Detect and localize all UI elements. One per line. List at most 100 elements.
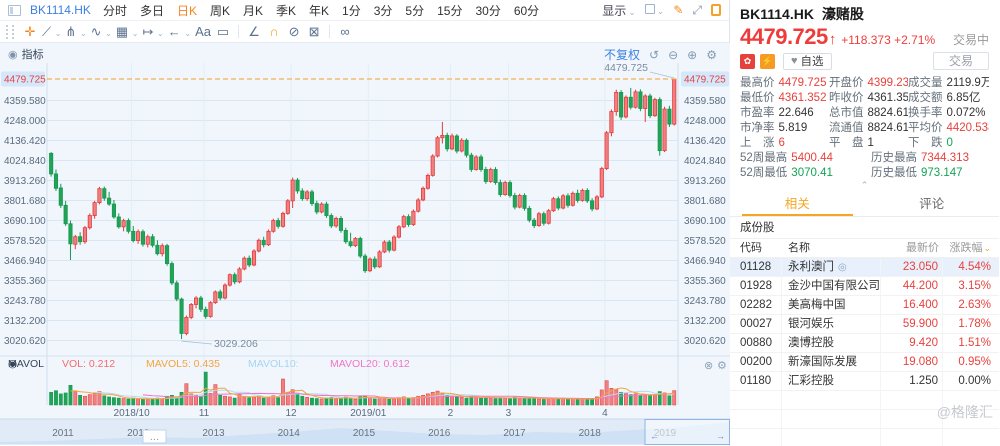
drawing-tools: ✛⟋ ⌄⋔ ⌄∿ ⌄▦ ⌄↦ ⌄← ⌄Aa▭ ∠∩⊘⊠ ∞ <box>20 24 355 40</box>
table-row-01128[interactable]: 01128永利澳门 ◎23.0504.54% <box>730 258 999 277</box>
tab-相关[interactable]: 相关 <box>730 192 865 216</box>
svg-text:…: … <box>150 432 160 443</box>
adjust-controls: 不复权 ↺ ⊖ ⊕ ⚙ <box>604 46 717 63</box>
hk-badge: ✿ <box>740 54 755 69</box>
trendline-tool-icon[interactable]: ⟋ ⌄ <box>40 24 63 40</box>
hide-drawings-tool-icon[interactable]: ⊘ <box>284 24 304 40</box>
svg-text:2011: 2011 <box>52 428 74 439</box>
period-tab-15分[interactable]: 15分 <box>437 2 462 19</box>
stat-item: 下 跌0 <box>908 136 989 151</box>
svg-text:2018: 2018 <box>579 428 602 439</box>
table-row-01928[interactable]: 01928金沙中国有限公司44.2003.15% <box>730 277 999 296</box>
candlestick-chart[interactable]: 4359.5804359.5804248.0004248.0004136.420… <box>0 43 730 445</box>
panel-tabs: 相关评论 <box>730 192 999 217</box>
pattern-tool-icon[interactable]: ▦ ⌄ <box>114 24 141 40</box>
edit-icon[interactable]: ✎ <box>673 3 683 17</box>
add-watchlist-button[interactable]: ♥ 自选 <box>783 53 832 70</box>
price-change: +118.373 +2.71% <box>841 32 935 48</box>
period-tab-5分[interactable]: 5分 <box>405 2 424 19</box>
col-code[interactable]: 代码 <box>730 239 782 257</box>
zoom-out-icon[interactable]: ⊖ <box>668 48 678 62</box>
link-tool-icon[interactable]: ∞ <box>335 24 355 39</box>
period-tab-年K[interactable]: 年K <box>309 2 329 19</box>
stat-item: 平 盘1 <box>829 136 908 151</box>
svg-text:4024.840: 4024.840 <box>4 156 46 167</box>
arrow-tool-icon[interactable]: ← ⌄ <box>166 24 193 39</box>
stat-item: 总市值8824.61亿 <box>829 106 908 121</box>
period-tab-季K[interactable]: 季K <box>276 2 296 19</box>
measure-tool-icon[interactable]: ↦ ⌄ <box>140 24 165 40</box>
watermark: @格隆汇 <box>937 402 993 422</box>
magnet-tool-icon[interactable]: ∩ <box>264 24 284 39</box>
svg-text:3913.260: 3913.260 <box>4 176 46 187</box>
trade-button[interactable]: 交易 <box>933 52 989 70</box>
table-row-00200[interactable]: 00200新濠国际发展19.0800.95% <box>730 353 999 372</box>
comment-tool-icon[interactable]: ▭ <box>213 24 233 40</box>
collapse-stats-button[interactable]: ⌃ <box>730 181 999 190</box>
tab-评论[interactable]: 评论 <box>865 192 1000 216</box>
indicator-legend[interactable]: ◉ 指标 <box>8 46 44 62</box>
heart-icon: ♥ <box>791 55 798 67</box>
adjust-mode-link[interactable]: 不复权 <box>604 46 640 63</box>
toolbar-drag-handle[interactable] <box>6 25 14 39</box>
svg-text:3466.940: 3466.940 <box>684 256 726 267</box>
svg-text:3690.100: 3690.100 <box>4 216 46 227</box>
svg-text:4: 4 <box>602 408 608 419</box>
display-menu[interactable]: 显示⌄ <box>602 2 636 19</box>
svg-text:4136.420: 4136.420 <box>684 136 726 147</box>
table-row-02282[interactable]: 02282美高梅中国16.4002.63% <box>730 296 999 315</box>
period-tab-分时[interactable]: 分时 <box>103 2 127 19</box>
svg-text:2016: 2016 <box>428 428 451 439</box>
text-tool-icon[interactable]: Aa <box>193 24 213 39</box>
components-table-header: 代码 名称 最新价 涨跌幅⌄ <box>730 239 999 258</box>
table-row-00880[interactable]: 00880澳博控股9.4201.51% <box>730 334 999 353</box>
svg-text:4359.580: 4359.580 <box>4 96 46 107</box>
zoom-in-icon[interactable]: ⊕ <box>687 48 697 62</box>
mavol5-value: MAVOL5: 0.435 <box>146 358 220 370</box>
square-icon <box>645 4 655 14</box>
col-pct[interactable]: 涨跌幅⌄ <box>943 239 999 257</box>
chevron-down-icon: ⌄ <box>657 6 665 16</box>
toolbar-separator <box>238 25 239 38</box>
svg-text:3578.520: 3578.520 <box>684 236 726 247</box>
undo-icon[interactable]: ↺ <box>649 48 659 62</box>
period-tab-日K[interactable]: 日K <box>177 2 197 19</box>
svg-text:4359.580: 4359.580 <box>684 96 726 107</box>
navigator-expand-button[interactable]: … <box>143 430 166 443</box>
svg-text:→: → <box>716 431 725 441</box>
period-topbar: BK1114.HK 分时多日日K周K月K季K年K1分3分5分15分30分60分 … <box>0 0 729 21</box>
period-tab-多日[interactable]: 多日 <box>140 2 164 19</box>
angle-tool-icon[interactable]: ∠ <box>244 24 264 40</box>
layout-icon[interactable] <box>8 5 21 16</box>
svg-text:3913.260: 3913.260 <box>684 176 726 187</box>
move-tool-icon[interactable]: ✛ <box>20 24 40 40</box>
toolbar-separator <box>329 25 330 38</box>
period-tab-60分[interactable]: 60分 <box>514 2 539 19</box>
col-name[interactable]: 名称 <box>782 239 881 257</box>
svg-text:3466.940: 3466.940 <box>4 256 46 267</box>
period-tab-月K[interactable]: 月K <box>243 2 263 19</box>
period-tab-30分[interactable]: 30分 <box>475 2 500 19</box>
col-price[interactable]: 最新价 <box>881 239 943 257</box>
svg-text:2014: 2014 <box>278 428 301 439</box>
delete-drawings-tool-icon[interactable]: ⊠ <box>304 24 324 40</box>
stat-item: 上 涨6 <box>740 136 829 151</box>
gear-icon[interactable]: ⚙ <box>706 48 717 62</box>
svg-text:4024.840: 4024.840 <box>684 156 726 167</box>
table-row-00027[interactable]: 00027银河娱乐59.9001.78% <box>730 315 999 334</box>
period-tab-3分[interactable]: 3分 <box>374 2 393 19</box>
pitchfork-tool-icon[interactable]: ⋔ ⌄ <box>63 24 88 40</box>
svg-text:4136.420: 4136.420 <box>4 136 46 147</box>
svg-text:12: 12 <box>285 408 297 419</box>
symbol-link[interactable]: BK1114.HK <box>30 3 91 17</box>
period-tab-周K[interactable]: 周K <box>210 2 230 19</box>
wave-tool-icon[interactable]: ∿ ⌄ <box>89 24 114 40</box>
fullscreen-icon[interactable]: ⤢ <box>692 3 702 18</box>
table-row-01180[interactable]: 01180汇彩控股1.2500.00% <box>730 372 999 391</box>
chevron-down-icon: ⌄ <box>628 7 636 17</box>
mavol-legend: ◉ MAVOL VOL: 0.212 MAVOL5: 0.435 MAVOL10… <box>0 358 730 370</box>
panel-toggle-icon[interactable] <box>711 4 721 16</box>
period-tab-1分[interactable]: 1分 <box>342 2 361 19</box>
layout-select[interactable]: ⌄ <box>645 3 665 17</box>
svg-text:3690.100: 3690.100 <box>684 216 726 227</box>
